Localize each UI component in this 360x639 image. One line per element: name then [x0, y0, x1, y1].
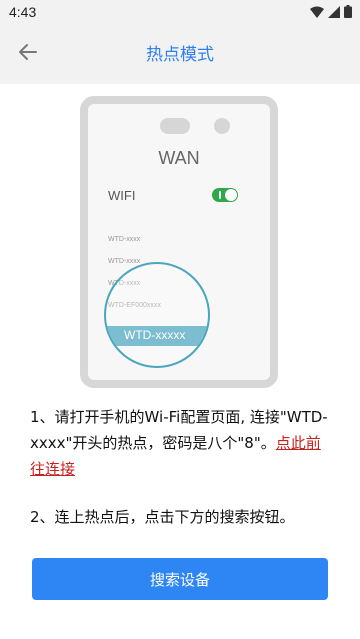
page-title: 热点模式 [146, 45, 214, 65]
network-item: WTD-xxxx [108, 236, 141, 243]
main-content: WAN WIFI WTD-xxxx WTD-xxxx WTD-xxxx WTD-… [0, 84, 360, 639]
signal-icon [328, 5, 340, 18]
wifi-toggle [212, 188, 238, 202]
phone-camera [214, 118, 230, 134]
toggle-knob [225, 189, 237, 201]
highlighted-network: WTD-xxxxx [124, 328, 186, 342]
network-item: WTD-xxxx [108, 258, 141, 265]
status-icons [310, 5, 352, 18]
wifi-icon [310, 6, 324, 18]
app-bar: 热点模式 [0, 24, 360, 80]
instruction-step-2: 2、连上热点后，点击下方的搜索按钮。 [30, 508, 295, 526]
search-device-button[interactable]: 搜索设备 [32, 558, 328, 600]
status-bar: 4:43 [0, 0, 360, 24]
wan-label: WAN [158, 148, 200, 168]
magnifier-circle: WTD-xxxxx [104, 262, 210, 368]
wifi-label: WIFI [108, 188, 136, 203]
instruction-step-1: 1、请打开手机的Wi-Fi配置页面, 连接"WTD-xxxx"开头的热点，密码是… [30, 404, 335, 482]
status-time: 4:43 [9, 4, 37, 20]
toggle-on-mark [219, 191, 221, 199]
phone-speaker [160, 118, 190, 134]
phone-illustration: WAN WIFI WTD-xxxx WTD-xxxx WTD-xxxx WTD-… [80, 96, 278, 388]
battery-icon [344, 5, 352, 18]
